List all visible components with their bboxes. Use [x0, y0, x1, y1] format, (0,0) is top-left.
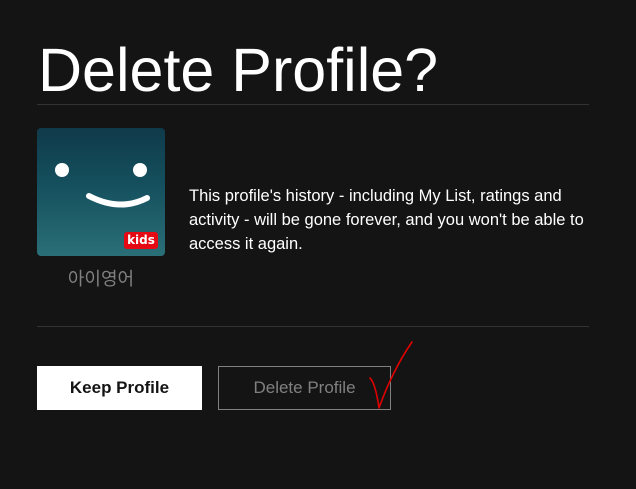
- delete-profile-button[interactable]: Delete Profile: [218, 366, 391, 410]
- top-divider: [37, 104, 589, 105]
- delete-profile-page: Delete Profile? kids 아이영어 This profile's…: [0, 0, 636, 489]
- page-title: Delete Profile?: [38, 36, 439, 104]
- bottom-divider: [37, 326, 589, 327]
- profile-name: 아이영어: [67, 269, 135, 290]
- keep-profile-button[interactable]: Keep Profile: [37, 366, 202, 410]
- kids-badge: kids: [124, 232, 158, 249]
- delete-warning-message: This profile's history - including My Li…: [189, 187, 584, 253]
